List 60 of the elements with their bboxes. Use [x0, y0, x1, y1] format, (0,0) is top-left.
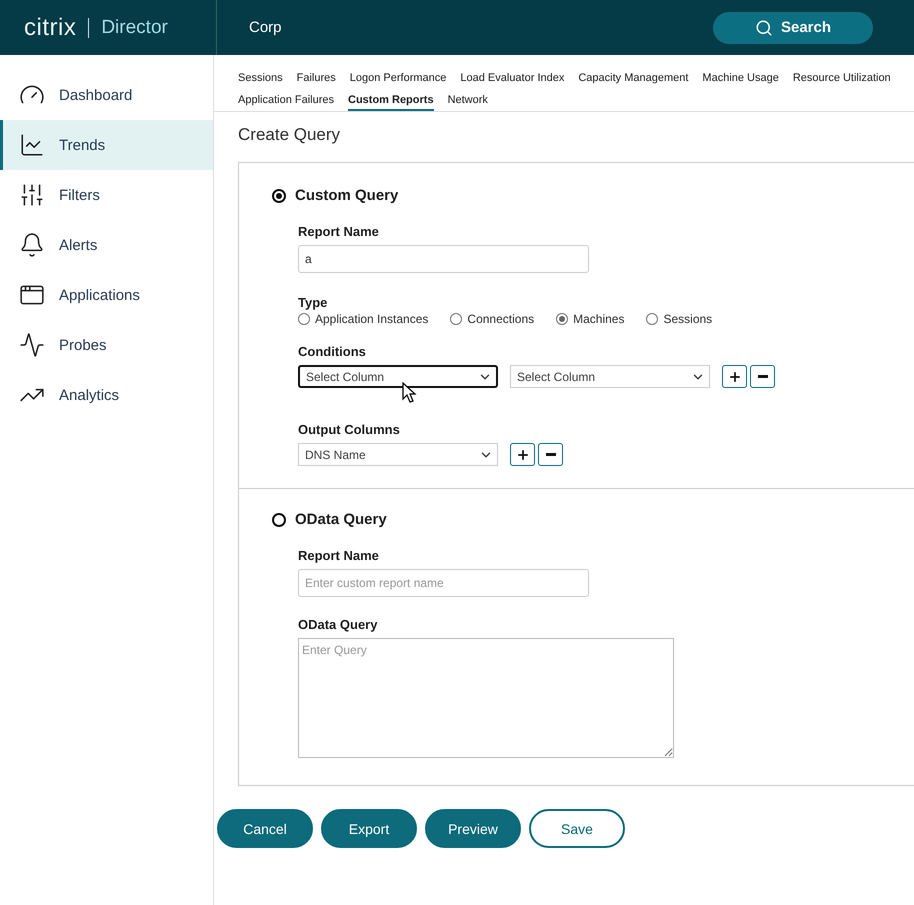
field-label: Report Name: [298, 224, 380, 239]
action-button[interactable]: Cancel: [217, 809, 313, 848]
radio-button[interactable]: [272, 188, 286, 202]
action-button[interactable]: Export: [321, 809, 417, 848]
field-label: Report Name: [298, 548, 380, 563]
logo: citrix: [24, 14, 76, 42]
add-button[interactable]: [510, 443, 535, 466]
sliders-icon: [19, 182, 45, 208]
select-field[interactable]: DNS Name: [298, 443, 498, 466]
tab[interactable]: Custom Reports: [348, 89, 434, 111]
sidebar-item[interactable]: Filters: [0, 170, 213, 220]
remove-button[interactable]: [750, 365, 775, 388]
tab[interactable]: Resource Utilization: [792, 67, 891, 89]
plus-icon: [516, 448, 530, 462]
bell-icon: [19, 232, 45, 258]
field-label: Output Columns: [298, 422, 401, 437]
page-title: Create Query: [237, 124, 342, 146]
select-field[interactable]: Select Column: [510, 365, 710, 388]
sidebar-item[interactable]: Probes: [0, 320, 213, 370]
cursor-icon: [402, 382, 418, 404]
activity-icon: [19, 332, 45, 358]
sidebar-item[interactable]: Alerts: [0, 220, 213, 270]
field-label: Conditions: [298, 344, 367, 359]
sidebar-item[interactable]: Dashboard: [0, 70, 213, 120]
radio-option[interactable]: Connections: [450, 312, 534, 326]
tab[interactable]: Machine Usage: [702, 67, 779, 89]
field-label: OData Query: [298, 617, 378, 632]
radio-option[interactable]: Machines: [556, 312, 624, 326]
input-field[interactable]: Enter custom report name: [298, 569, 589, 597]
sidebar-item[interactable]: Analytics: [0, 370, 213, 420]
search-icon: [754, 18, 773, 36]
search-button[interactable]: Search: [713, 12, 873, 44]
field-label: Type: [298, 295, 328, 310]
tab[interactable]: Failures: [296, 67, 336, 89]
section-title: Custom Query: [295, 187, 398, 204]
site-name: Corp: [249, 19, 282, 36]
plus-icon: [728, 370, 742, 384]
radio-option[interactable]: Application Instances: [298, 312, 428, 326]
product-name: Director: [101, 16, 168, 38]
sidebar-item[interactable]: Applications: [0, 270, 213, 320]
tab[interactable]: Capacity Management: [578, 67, 688, 89]
section-title: OData Query: [295, 511, 387, 528]
input-field[interactable]: a: [298, 245, 589, 273]
radio-option[interactable]: Sessions: [646, 312, 712, 326]
tab[interactable]: Sessions: [238, 67, 283, 89]
chart-line-icon: [19, 132, 45, 158]
radio-button[interactable]: [272, 512, 286, 526]
add-button[interactable]: [722, 365, 747, 388]
action-button[interactable]: Save: [529, 809, 625, 848]
remove-button[interactable]: [538, 443, 563, 466]
tab[interactable]: Network: [448, 89, 488, 111]
sidebar-item[interactable]: Trends: [0, 120, 213, 170]
minus-icon: [546, 453, 556, 456]
query-textarea[interactable]: Enter Query: [298, 638, 674, 758]
tab[interactable]: Load Evaluator Index: [460, 67, 564, 89]
action-button[interactable]: Preview: [425, 809, 521, 848]
select-field[interactable]: Select Column: [298, 365, 498, 388]
tab[interactable]: Application Failures: [238, 89, 334, 111]
minus-icon: [758, 375, 768, 378]
tab[interactable]: Logon Performance: [350, 67, 446, 89]
